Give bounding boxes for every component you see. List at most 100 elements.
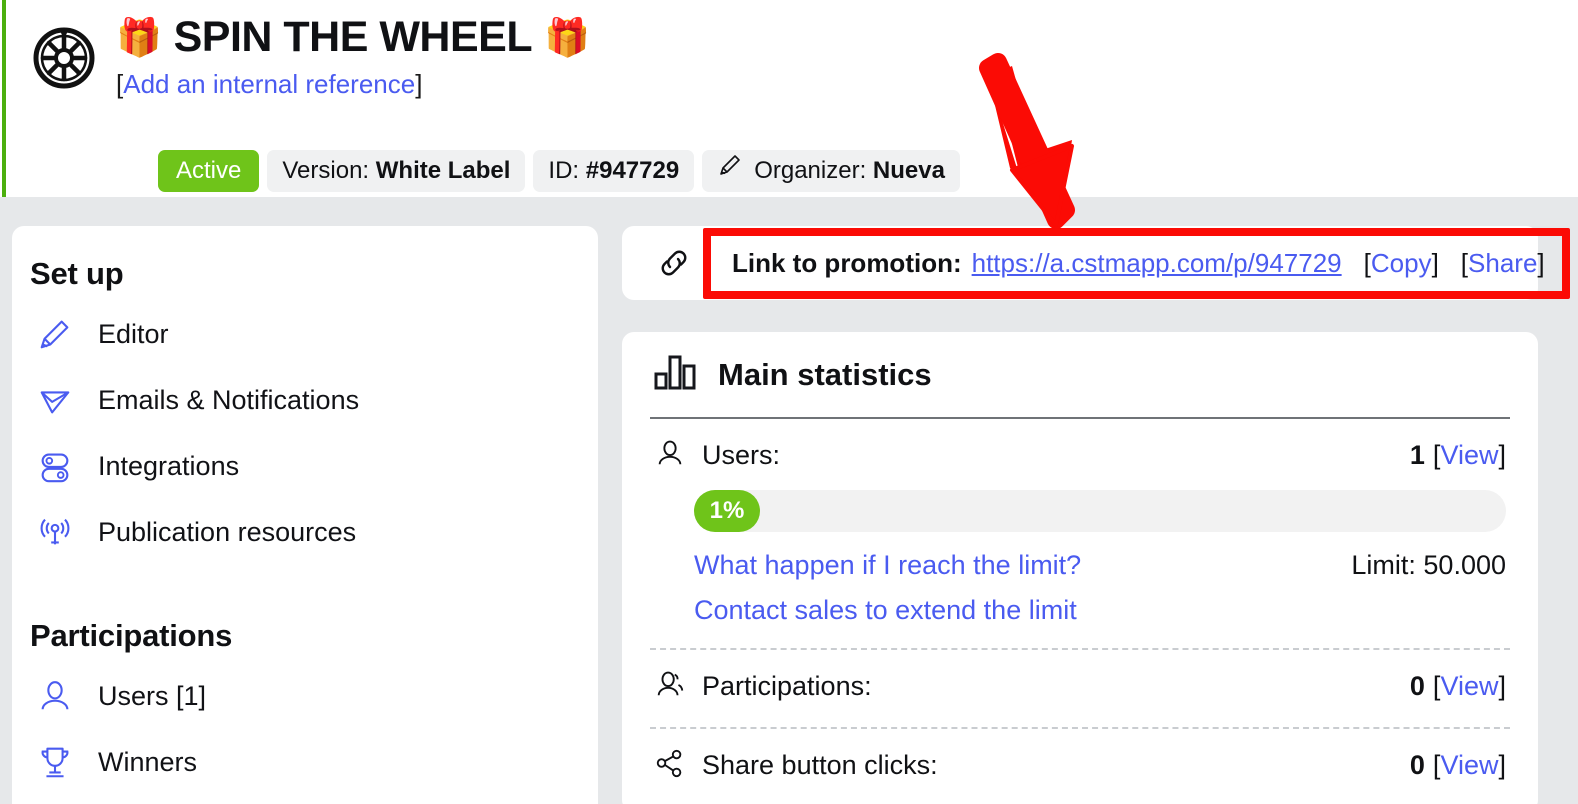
stat-value-group: 0 [View]: [1410, 671, 1506, 702]
stat-row-share-clicks: Share button clicks: 0 [View]: [650, 729, 1510, 784]
link-to-promotion-card: Link to promotion: https://a.cstmapp.com…: [622, 226, 1545, 300]
users-progress-wrapper: 1%: [650, 474, 1510, 532]
stat-value: 0: [1409, 671, 1425, 701]
users-progress-bar: 1%: [694, 490, 1506, 532]
organizer-label: Organizer:: [754, 157, 867, 184]
paper-plane-icon: [34, 379, 76, 421]
sidebar-item-label: Winners: [98, 746, 198, 777]
view-action[interactable]: [View]: [1433, 440, 1506, 470]
stat-row-users: Users: 1 [View]: [650, 419, 1510, 474]
version-value: White Label: [375, 157, 511, 184]
bracket-close: ]: [1431, 247, 1439, 278]
users-progress-fill: 1%: [694, 490, 760, 532]
sidebar-item-label: Emails & Notifications: [98, 384, 360, 415]
organizer-text: Organizer: Nueva: [754, 150, 945, 192]
organizer-value: Nueva: [872, 157, 945, 184]
sidebar-item-integrations[interactable]: Integrations: [12, 436, 598, 496]
stat-value: 0: [1409, 750, 1425, 780]
bracket-close: ]: [1498, 671, 1506, 701]
view-participations-link[interactable]: View: [1440, 671, 1498, 701]
view-share-clicks-link[interactable]: View: [1440, 750, 1498, 780]
sidebar-panel: Set up Editor Emails & Notifications Int…: [12, 226, 598, 804]
sidebar-item-editor[interactable]: Editor: [12, 304, 598, 364]
status-badge: Active: [158, 150, 260, 192]
version-badge: Version: White Label: [267, 150, 526, 192]
contact-sales-row: Contact sales to extend the limit: [650, 581, 1510, 626]
view-users-link[interactable]: View: [1440, 440, 1498, 470]
bracket-close: ]: [1498, 750, 1506, 780]
wheel-icon: [30, 22, 98, 90]
participations-icon: [654, 668, 686, 705]
user-icon: [654, 437, 686, 474]
main-statistics-card: Main statistics Users: 1 [View] 1% What …: [622, 332, 1538, 804]
trophy-icon: [34, 741, 76, 783]
sidebar-item-label: Publication resources: [98, 516, 357, 547]
bracket-close: ]: [415, 69, 423, 99]
stat-value-group: 0 [View]: [1410, 750, 1506, 781]
view-action[interactable]: [View]: [1433, 750, 1506, 780]
sidebar-item-label: Users [1]: [98, 680, 207, 711]
link-text-row: Link to promotion: https://a.cstmapp.com…: [732, 248, 1545, 279]
stat-value-group: 1 [View]: [1410, 440, 1506, 471]
sidebar-list-setup: Editor Emails & Notifications Integratio…: [12, 304, 598, 562]
statistics-header: Main statistics: [650, 354, 1510, 395]
promotion-url-link[interactable]: https://a.cstmapp.com/p/947729: [972, 248, 1342, 279]
limit-row: What happen if I reach the limit? Limit:…: [650, 532, 1510, 581]
title-row: 🎁 SPIN THE WHEEL 🎁 [Add an internal refe…: [30, 14, 590, 97]
pencil-icon: [717, 150, 743, 192]
share-action[interactable]: [Share]: [1461, 248, 1545, 279]
view-action[interactable]: [View]: [1433, 671, 1506, 701]
bracket-close: ]: [1537, 247, 1545, 278]
share-link-button[interactable]: Share: [1468, 248, 1537, 278]
limit-value: Limit: 50.000: [1351, 550, 1506, 580]
stat-label: Users:: [702, 440, 781, 470]
copy-link-button[interactable]: Copy: [1371, 248, 1432, 278]
bracket-open: [: [1363, 247, 1371, 278]
internal-reference: [Add an internal reference]: [116, 71, 590, 97]
sidebar-item-publication-resources[interactable]: Publication resources: [12, 502, 598, 562]
id-label: ID:: [548, 157, 580, 184]
add-internal-reference-link[interactable]: Add an internal reference: [123, 69, 415, 99]
promotion-title-text: SPIN THE WHEEL: [173, 13, 533, 61]
toggles-icon: [34, 445, 76, 487]
sidebar-heading-participations: Participations: [30, 618, 233, 653]
gift-icon-right: 🎁: [544, 17, 590, 58]
user-icon: [34, 675, 76, 717]
title-block: 🎁 SPIN THE WHEEL 🎁 [Add an internal refe…: [116, 14, 590, 98]
bar-chart-icon: [654, 354, 698, 395]
stat-label: Share button clicks:: [702, 750, 938, 780]
sidebar-item-winners[interactable]: Winners: [12, 732, 598, 792]
link-label: Link to promotion:: [732, 247, 962, 278]
stat-row-participations: Participations: 0 [View]: [650, 650, 1510, 705]
page-title: 🎁 SPIN THE WHEEL 🎁: [116, 16, 590, 59]
sidebar-list-participations: Users [1] Winners: [12, 666, 598, 792]
sidebar-heading-setup: Set up: [30, 256, 124, 291]
stat-label-group: Participations:: [654, 668, 872, 705]
id-badge: ID: #947729: [533, 150, 695, 192]
stat-label-group: Share button clicks:: [654, 747, 938, 784]
stat-value: 1: [1409, 440, 1425, 470]
promotion-header: 🎁 SPIN THE WHEEL 🎁 [Add an internal refe…: [0, 0, 1578, 197]
organizer-badge[interactable]: Organizer: Nueva: [702, 150, 960, 192]
stat-label-group: Users:: [654, 437, 780, 474]
sidebar-item-users[interactable]: Users [1]: [12, 666, 598, 726]
contact-sales-link[interactable]: Contact sales to extend the limit: [694, 595, 1077, 625]
statistics-title: Main statistics: [718, 356, 932, 392]
bracket-close: ]: [1498, 440, 1506, 470]
id-value: #947729: [585, 157, 680, 184]
sidebar-item-emails-notifications[interactable]: Emails & Notifications: [12, 370, 598, 430]
chain-link-icon: [654, 243, 694, 283]
copy-action[interactable]: [Copy]: [1364, 248, 1439, 279]
sidebar-item-label: Editor: [98, 318, 169, 349]
bracket-open: [: [1460, 247, 1469, 278]
sidebar-item-label: Integrations: [98, 450, 240, 481]
broadcast-icon: [34, 511, 76, 553]
app-page: 🎁 SPIN THE WHEEL 🎁 [Add an internal refe…: [0, 0, 1578, 804]
what-happens-limit-link[interactable]: What happen if I reach the limit?: [694, 550, 1081, 581]
stat-label: Participations:: [702, 671, 872, 701]
gift-icon-left: 🎁: [116, 17, 162, 58]
share-nodes-icon: [654, 747, 686, 784]
header-content: 🎁 SPIN THE WHEEL 🎁 [Add an internal refe…: [30, 14, 960, 192]
version-label: Version:: [282, 157, 370, 184]
header-badges: Active Version: White Label ID: #947729 …: [158, 150, 960, 192]
